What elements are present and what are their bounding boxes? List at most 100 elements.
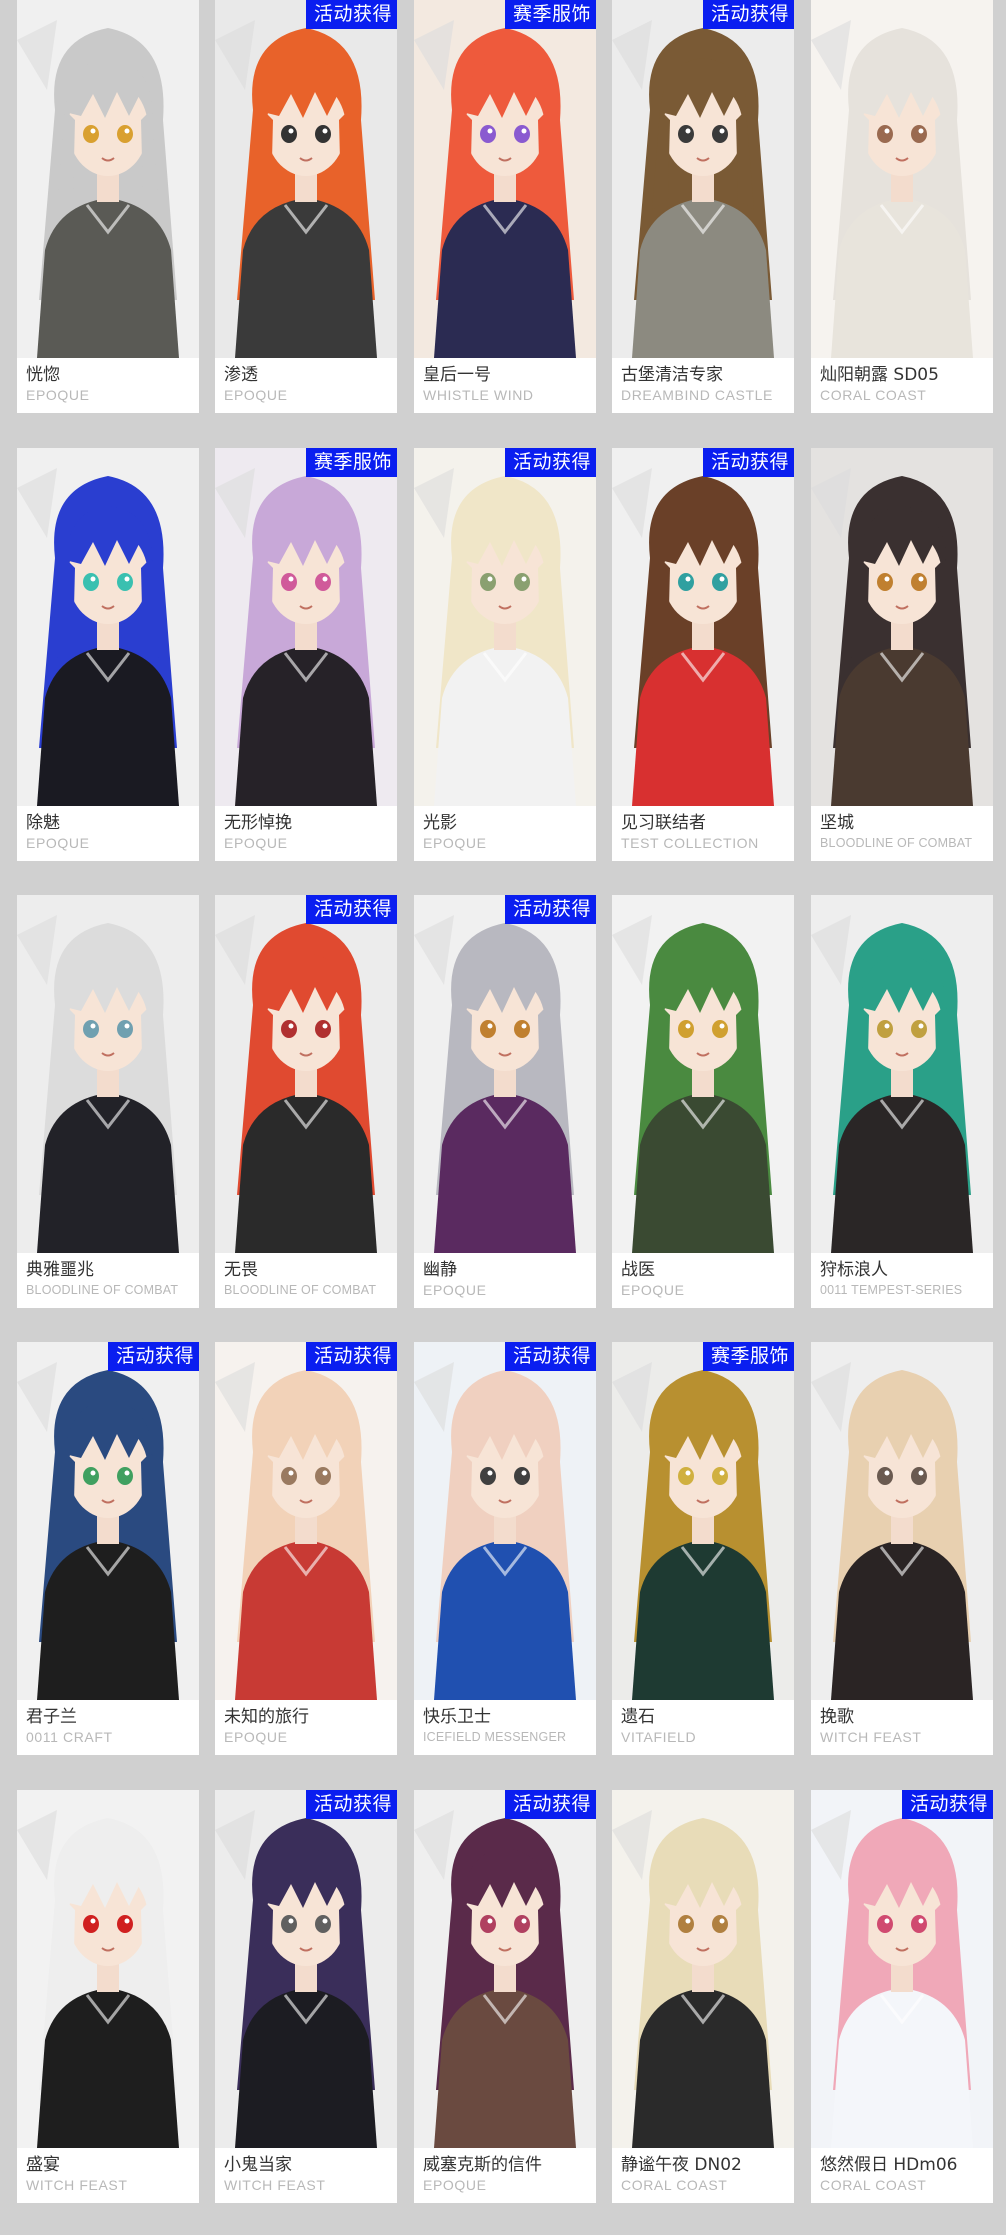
skin-art (414, 448, 596, 806)
character-portrait-image (215, 895, 397, 1253)
skin-name: 无形悼挽 (224, 813, 292, 833)
skin-series: EPOQUE (621, 1282, 685, 1298)
skin-name: 悠然假日 HDm06 (820, 2155, 958, 2175)
skin-series: WHISTLE WIND (423, 387, 534, 403)
skin-info: 光影 EPOQUE (414, 806, 596, 861)
skin-series: DREAMBIND CASTLE (621, 387, 773, 403)
skin-art (215, 448, 397, 806)
skin-card[interactable]: 恍惚 EPOQUE (17, 0, 199, 413)
character-portrait-image (414, 895, 596, 1253)
skin-series: EPOQUE (224, 835, 288, 851)
skin-card[interactable]: 活动获得 君子兰 0011 CRAFT (17, 1342, 199, 1755)
skin-art (215, 895, 397, 1253)
skin-card[interactable]: 活动获得 古堡清洁专家 DREAMBIND CASTLE (612, 0, 794, 413)
acquisition-badge: 赛季服饰 (305, 448, 397, 477)
skin-name: 小鬼当家 (224, 2155, 292, 2175)
skin-card[interactable]: 活动获得 光影 EPOQUE (414, 448, 596, 861)
skin-name: 狩标浪人 (820, 1260, 888, 1280)
character-portrait-image (612, 895, 794, 1253)
skin-card[interactable]: 坚城 BLOODLINE OF COMBAT (811, 448, 993, 861)
skin-card[interactable]: 赛季服饰无形悼挽 EPOQUE (215, 448, 397, 861)
acquisition-badge: 活动获得 (504, 1342, 596, 1371)
skin-card[interactable]: 赛季服饰 遗石 VITAFIELD (612, 1342, 794, 1755)
character-portrait-image (612, 1790, 794, 2148)
skin-card[interactable]: 活动获得快乐卫士 ICEFIELD MESSENGER (414, 1342, 596, 1755)
skin-art (612, 448, 794, 806)
skin-info: 无畏 BLOODLINE OF COMBAT (215, 1253, 397, 1308)
skin-name: 恍惚 (26, 365, 60, 385)
skin-card[interactable]: 活动获得威塞克斯的信件 EPOQUE (414, 1790, 596, 2203)
skin-name: 快乐卫士 (423, 1707, 491, 1727)
character-portrait-image (17, 1790, 199, 2148)
character-portrait-image (17, 448, 199, 806)
character-portrait-image (215, 0, 397, 358)
skin-art (17, 895, 199, 1253)
skin-name: 见习联结者 (621, 813, 706, 833)
skin-info: 典雅噩兆 BLOODLINE OF COMBAT (17, 1253, 199, 1308)
skin-card[interactable]: 活动获得未知的旅行 EPOQUE (215, 1342, 397, 1755)
skin-card[interactable]: 活动获得 小鬼当家 WITCH FEAST (215, 1790, 397, 2203)
skin-info: 坚城 BLOODLINE OF COMBAT (811, 806, 993, 861)
acquisition-badge: 活动获得 (305, 1342, 397, 1371)
skin-card[interactable]: 除魅 EPOQUE (17, 448, 199, 861)
skin-art (17, 0, 199, 358)
acquisition-badge: 活动获得 (504, 895, 596, 924)
skin-card[interactable]: 活动获得 悠然假日 HDm06 CORAL COAST (811, 1790, 993, 2203)
skin-art (811, 1790, 993, 2148)
skin-name: 威塞克斯的信件 (423, 2155, 542, 2175)
skin-info: 未知的旅行 EPOQUE (215, 1700, 397, 1755)
character-portrait-image (612, 0, 794, 358)
skin-series: EPOQUE (224, 387, 288, 403)
skin-name: 典雅噩兆 (26, 1260, 94, 1280)
skin-series: EPOQUE (423, 2177, 487, 2193)
acquisition-badge: 赛季服饰 (504, 0, 596, 29)
character-portrait-image (811, 448, 993, 806)
skin-info: 幽静 EPOQUE (414, 1253, 596, 1308)
skin-card[interactable]: 灿阳朝露 SD05 CORAL COAST (811, 0, 993, 413)
skin-series: EPOQUE (423, 835, 487, 851)
character-portrait-image (17, 895, 199, 1253)
skin-card[interactable]: 活动获得 见习联结者 TEST COLLECTION (612, 448, 794, 861)
skin-art (612, 1342, 794, 1700)
skin-card[interactable]: 战医 EPOQUE (612, 895, 794, 1308)
character-portrait-image (215, 1342, 397, 1700)
character-portrait-image (811, 0, 993, 358)
skin-name: 挽歌 (820, 1707, 854, 1727)
character-portrait-image (612, 448, 794, 806)
skin-info: 渗透 EPOQUE (215, 358, 397, 413)
skin-card[interactable]: 活动获得无畏 BLOODLINE OF COMBAT (215, 895, 397, 1308)
acquisition-badge: 活动获得 (504, 1790, 596, 1819)
character-portrait-image (414, 0, 596, 358)
skin-series: EPOQUE (26, 387, 90, 403)
skin-card[interactable]: 活动获得幽静 EPOQUE (414, 895, 596, 1308)
skin-card[interactable]: 典雅噩兆 BLOODLINE OF COMBAT (17, 895, 199, 1308)
skin-art (17, 1342, 199, 1700)
skin-info: 君子兰 0011 CRAFT (17, 1700, 199, 1755)
skin-info: 快乐卫士 ICEFIELD MESSENGER (414, 1700, 596, 1755)
character-portrait-image (414, 1790, 596, 2148)
skin-card[interactable]: 挽歌 WITCH FEAST (811, 1342, 993, 1755)
skin-info: 见习联结者 TEST COLLECTION (612, 806, 794, 861)
character-portrait-image (414, 448, 596, 806)
skin-series: ICEFIELD MESSENGER (423, 1730, 567, 1744)
acquisition-badge: 活动获得 (305, 895, 397, 924)
skin-card[interactable]: 活动获得 渗透 EPOQUE (215, 0, 397, 413)
skin-series: VITAFIELD (621, 1729, 697, 1745)
skin-grid: 恍惚 EPOQUE 活动获得 渗透 EPOQUE 赛季服饰 皇后一号 WHISTLE WIND… (0, 0, 1006, 2235)
skin-art (215, 1342, 397, 1700)
skin-info: 古堡清洁专家 DREAMBIND CASTLE (612, 358, 794, 413)
skin-series: CORAL COAST (820, 387, 927, 403)
skin-info: 战医 EPOQUE (612, 1253, 794, 1308)
skin-art (414, 1342, 596, 1700)
skin-card[interactable]: 盛宴 WITCH FEAST (17, 1790, 199, 2203)
skin-card[interactable]: 静谧午夜 DN02 CORAL COAST (612, 1790, 794, 2203)
skin-name: 光影 (423, 813, 457, 833)
skin-info: 挽歌 WITCH FEAST (811, 1700, 993, 1755)
skin-info: 除魅 EPOQUE (17, 806, 199, 861)
skin-card[interactable]: 狩标浪人 0011 TEMPEST-SERIES (811, 895, 993, 1308)
skin-name: 皇后一号 (423, 365, 491, 385)
skin-info: 悠然假日 HDm06 CORAL COAST (811, 2148, 993, 2203)
character-portrait-image (215, 448, 397, 806)
skin-card[interactable]: 赛季服饰皇后一号 WHISTLE WIND (414, 0, 596, 413)
skin-name: 君子兰 (26, 1707, 77, 1727)
